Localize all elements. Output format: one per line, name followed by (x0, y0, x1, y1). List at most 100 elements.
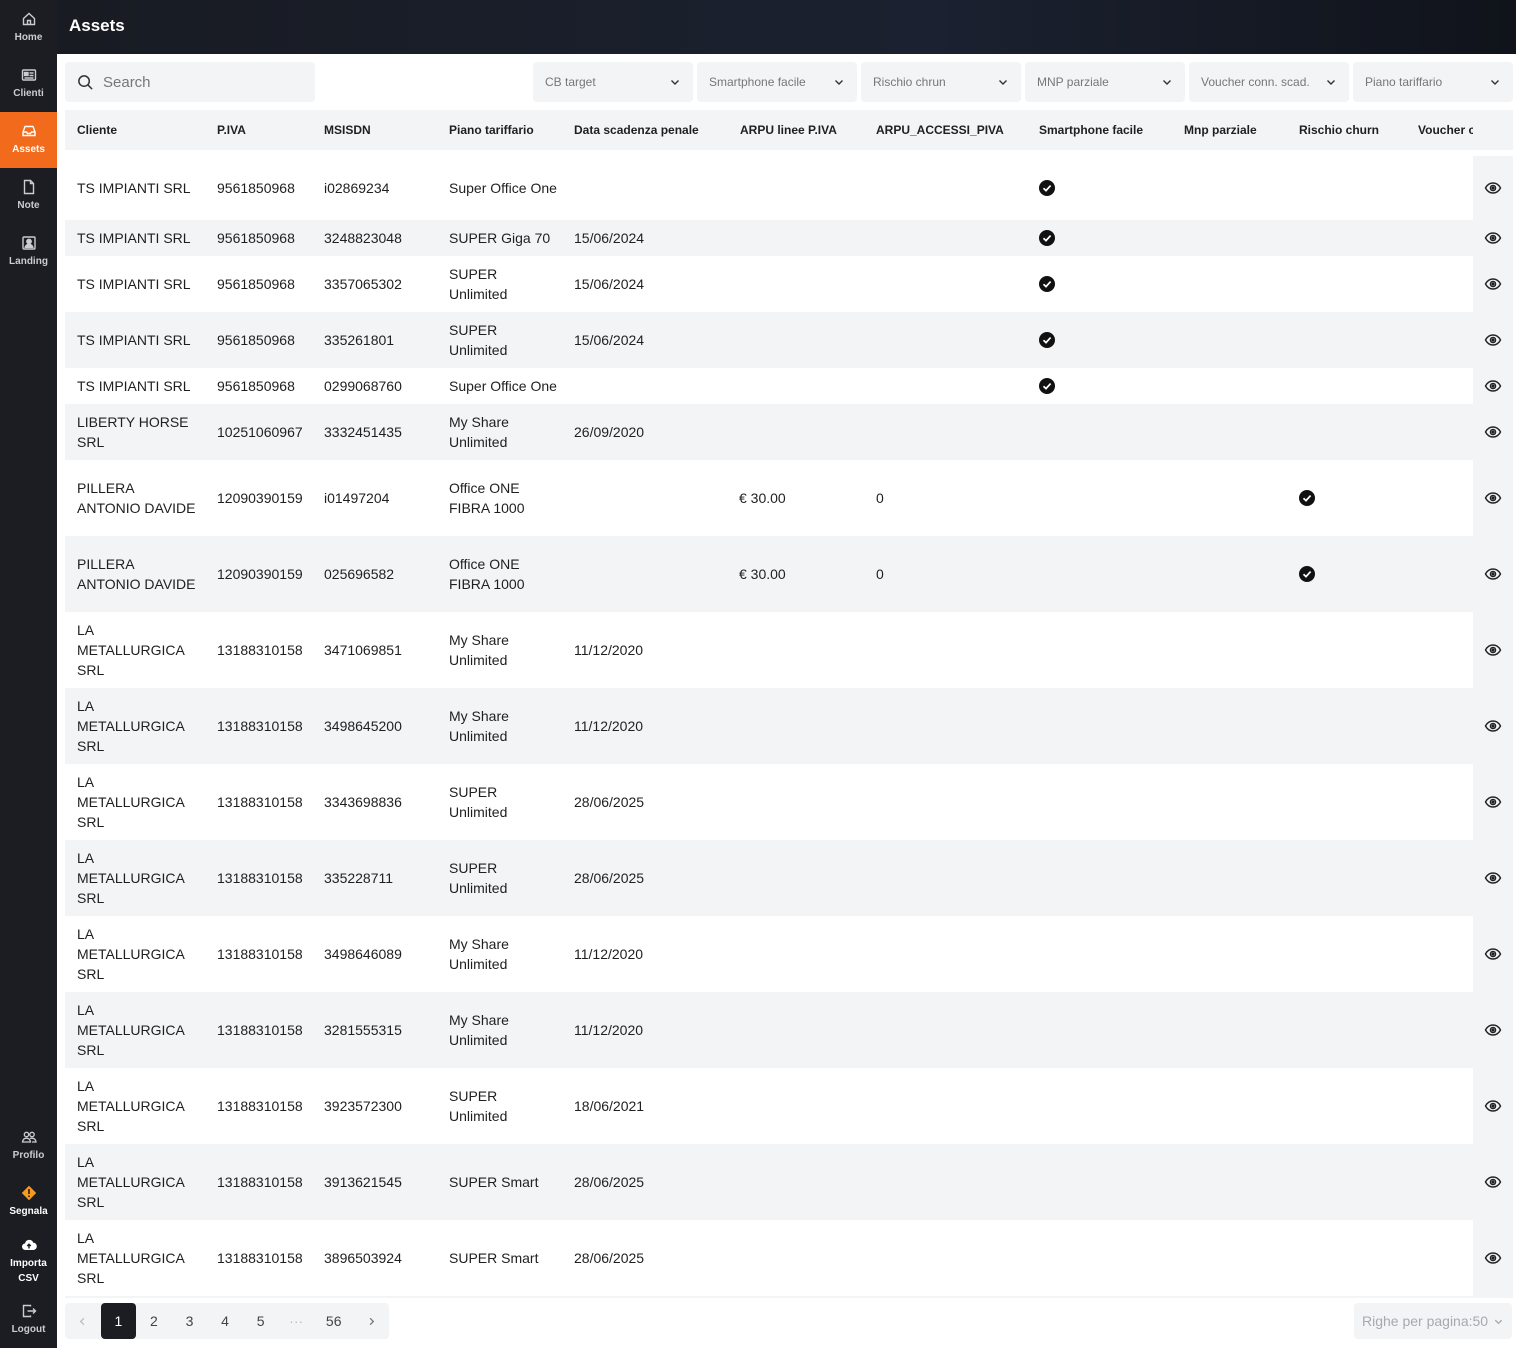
page-button-5[interactable]: 5 (243, 1303, 279, 1339)
cell-piano-tariffario: SUPER Unlimited (449, 860, 508, 896)
filter-mnp-parziale[interactable]: MNP parziale (1025, 62, 1185, 102)
page-button-56[interactable]: 56 (314, 1303, 354, 1339)
sidebar-item-segnala[interactable]: Segnala (0, 1174, 57, 1230)
pagination: 1 2 3 4 5 ··· 56 (65, 1303, 389, 1339)
sidebar-item-clienti[interactable]: Clienti (0, 56, 57, 112)
column-header-piva[interactable]: P.IVA (217, 123, 246, 137)
cloud-upload-icon (21, 1239, 37, 1250)
page-button-3[interactable]: 3 (172, 1303, 208, 1339)
column-header-rischio-churn[interactable]: Rischio churn (1299, 123, 1379, 137)
view-row-button[interactable] (1473, 1068, 1513, 1144)
cell-cliente: TS IMPIANTI SRL (77, 276, 191, 292)
view-row-button[interactable] (1473, 840, 1513, 916)
cell-piano-tariffario: SUPER Giga 70 (449, 230, 551, 246)
table-row: LA METALLURGICA SRL 13188310158 3896503924… (65, 1220, 1513, 1296)
user-portrait-icon (21, 236, 36, 250)
view-row-button[interactable] (1473, 220, 1513, 256)
view-row-button[interactable] (1473, 1144, 1513, 1220)
view-row-button[interactable] (1473, 688, 1513, 764)
filter-rischio-churn[interactable]: Rischio chrun (861, 62, 1021, 102)
page-button-4[interactable]: 4 (207, 1303, 243, 1339)
sidebar-item-label: Assets (12, 144, 45, 155)
cell-cliente: LA (77, 1296, 197, 1298)
cell-piva: 13188310158 (217, 1250, 303, 1266)
top-header: Assets (57, 0, 1516, 54)
column-header-arpu-linee-piva[interactable]: ARPU linee P.IVA (740, 123, 837, 137)
view-row-button[interactable] (1473, 256, 1513, 312)
view-row-button[interactable] (1473, 1296, 1513, 1298)
view-eye-icon (1484, 492, 1502, 504)
rows-per-page-select[interactable]: Righe per pagina:50 (1354, 1303, 1512, 1339)
cell-msisdn: 3248823048 (324, 230, 402, 246)
table-row: LA (65, 1296, 1513, 1298)
page-button-2[interactable]: 2 (136, 1303, 172, 1339)
column-header-smartphone-facile[interactable]: Smartphone facile (1039, 123, 1143, 137)
view-row-button[interactable] (1473, 368, 1513, 404)
column-header-voucher[interactable]: Voucher c (1418, 123, 1473, 137)
cell-smartphone-facile (1039, 220, 1055, 256)
cell-piva: 12090390159 (217, 490, 303, 506)
sidebar-item-label: Landing (9, 256, 48, 267)
table-row: LA METALLURGICA SRL 13188310158 3471069851… (65, 612, 1513, 688)
filter-smartphone-facile[interactable]: Smartphone facile (697, 62, 857, 102)
sidebar-item-profilo[interactable]: Profilo (0, 1118, 57, 1174)
cell-data-scadenza: 15/06/2024 (574, 332, 645, 348)
cell-piva: 9561850968 (217, 180, 295, 196)
view-eye-icon (1484, 796, 1502, 808)
page-button-1[interactable]: 1 (100, 1303, 137, 1339)
view-row-button[interactable] (1473, 312, 1513, 368)
filter-voucher-conn-scad[interactable]: Voucher conn. scad. (1189, 62, 1349, 102)
cell-data-scadenza: 28/06/2025 (574, 794, 645, 810)
home-icon (22, 12, 35, 26)
table-row: TS IMPIANTI SRL 9561850968 0299068760 Super… (65, 368, 1513, 404)
cell-piva: 13188310158 (217, 718, 303, 734)
column-header-cliente[interactable]: Cliente (77, 123, 117, 137)
cell-msisdn: 3913621545 (324, 1174, 402, 1190)
view-row-button[interactable] (1473, 1220, 1513, 1296)
search-input[interactable] (103, 73, 303, 91)
view-row-button[interactable] (1473, 156, 1513, 220)
cell-piva: 12090390159 (217, 566, 303, 582)
cell-arpu-accessi: 0 (876, 490, 884, 506)
table-row: TS IMPIANTI SRL 9561850968 i02869234 Super … (65, 156, 1513, 220)
id-card-icon (21, 69, 36, 81)
view-eye-icon (1484, 232, 1502, 244)
sidebar-item-importa-csv[interactable]: Importa CSV (0, 1230, 57, 1292)
column-header-mnp-parziale[interactable]: Mnp parziale (1184, 123, 1257, 137)
filter-piano-tariffario[interactable]: Piano tariffario (1353, 62, 1513, 102)
column-header-piano-tariffario[interactable]: Piano tariffario (449, 123, 534, 137)
chevron-down-icon (1163, 80, 1171, 85)
column-header-data-scadenza-penale[interactable]: Data scadenza penale (574, 123, 699, 137)
cell-msisdn: 335261801 (324, 332, 395, 348)
view-row-button[interactable] (1473, 992, 1513, 1068)
sidebar-item-note[interactable]: Note (0, 168, 57, 224)
chevron-left-icon (80, 1317, 85, 1325)
cell-arpu-accessi: 0 (876, 566, 884, 582)
view-row-button[interactable] (1473, 764, 1513, 840)
column-header-arpu-accessi-piva[interactable]: ARPU_ACCESSI_PIVA (876, 123, 1004, 137)
logout-icon (22, 1304, 36, 1318)
cell-data-scadenza: 28/06/2025 (574, 1174, 645, 1190)
filter-cb-target[interactable]: CB target (533, 62, 693, 102)
page-ellipsis[interactable]: ··· (278, 1303, 314, 1339)
view-row-button[interactable] (1473, 460, 1513, 536)
sidebar-item-landing[interactable]: Landing (0, 224, 57, 280)
cell-msisdn: 3343698836 (324, 794, 402, 810)
view-row-button[interactable] (1473, 536, 1513, 612)
table-row: LA METALLURGICA SRL 13188310158 335228711 S… (65, 840, 1513, 916)
view-eye-icon (1484, 644, 1502, 656)
next-page-button[interactable] (353, 1303, 389, 1339)
cell-cliente: LA METALLURGICA SRL (77, 622, 185, 678)
cell-msisdn: 3923572300 (324, 1098, 402, 1114)
column-header-msisdn[interactable]: MSISDN (324, 123, 371, 137)
sidebar-item-logout[interactable]: Logout (0, 1292, 57, 1348)
check-circle-icon (1299, 490, 1315, 506)
cell-piva: 9561850968 (217, 230, 295, 246)
view-row-button[interactable] (1473, 404, 1513, 460)
sidebar-item-assets[interactable]: Assets (0, 112, 57, 168)
view-eye-icon (1484, 720, 1502, 732)
view-row-button[interactable] (1473, 612, 1513, 688)
view-row-button[interactable] (1473, 916, 1513, 992)
sidebar-item-home[interactable]: Home (0, 0, 57, 56)
prev-page-button[interactable] (65, 1303, 101, 1339)
